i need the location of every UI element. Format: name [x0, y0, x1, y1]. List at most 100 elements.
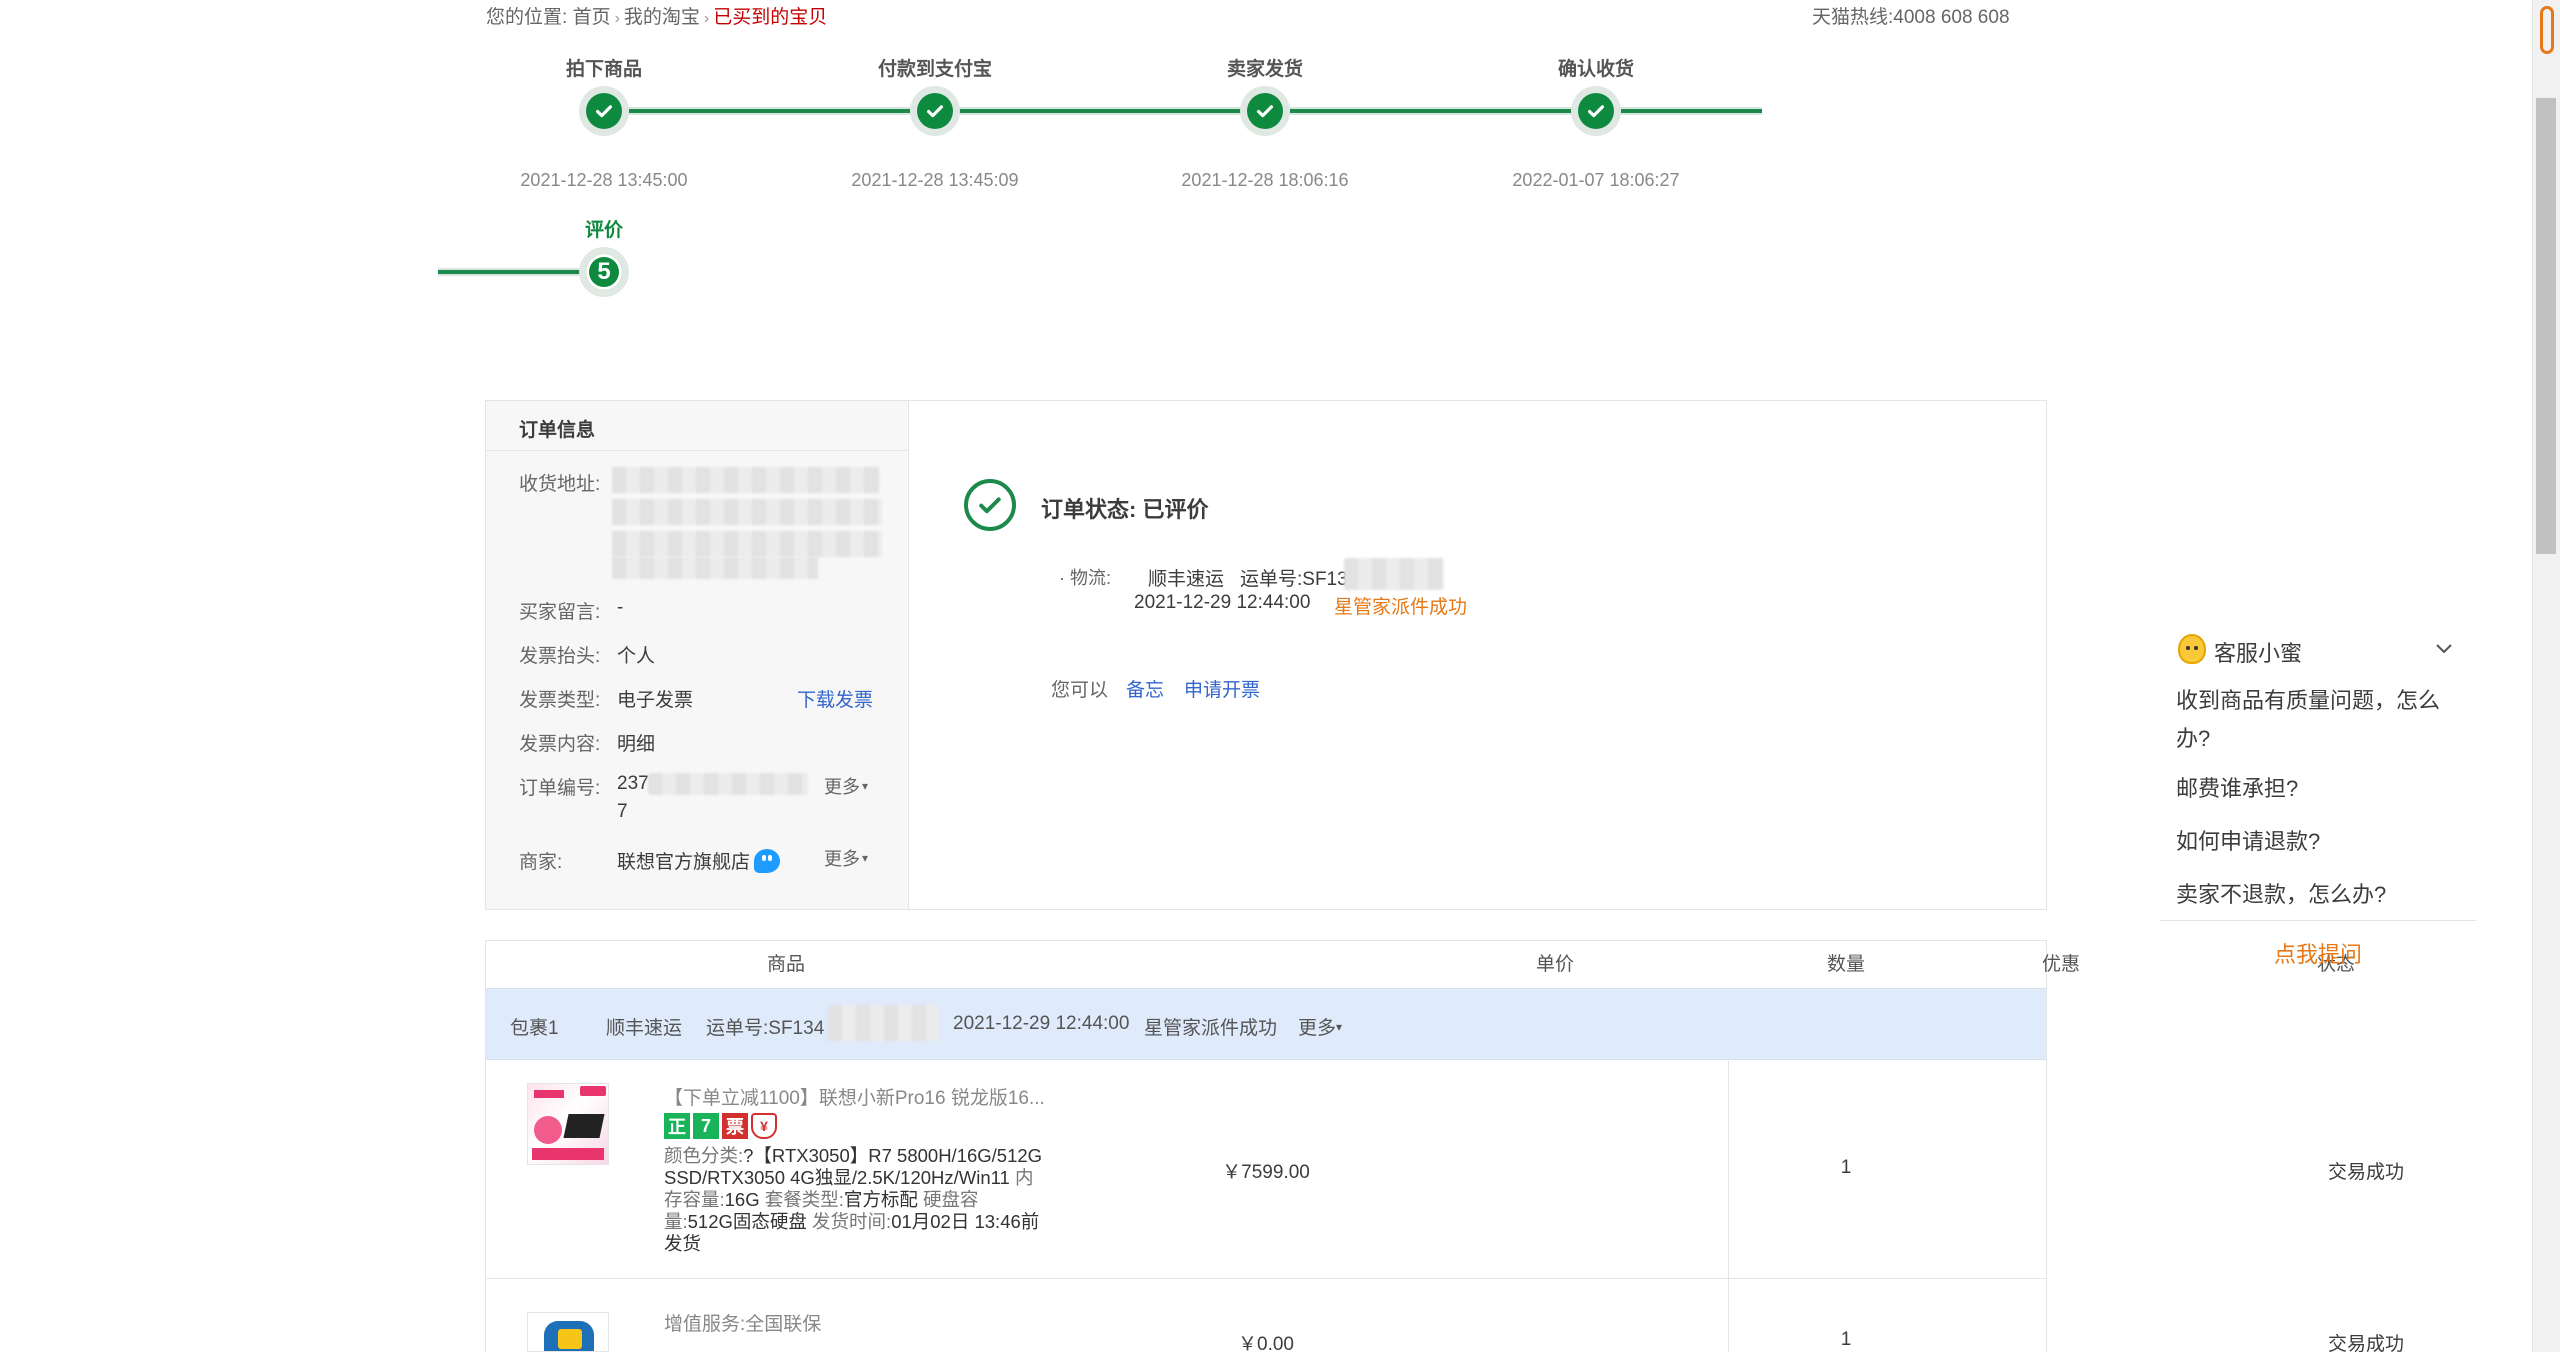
breadcrumb-prefix: 您的位置: — [486, 7, 568, 28]
chat-questions: 收到商品有质量问题，怎么办? 邮费谁承担? 如何申请退款? 卖家不退款，怎么办? — [2160, 672, 2476, 914]
order-number-prefix: 237 — [617, 773, 649, 794]
sku-value: 16G — [724, 1189, 760, 1210]
sku-label: 套餐类型: — [764, 1189, 844, 1210]
chat-question[interactable]: 收到商品有质量问题，怎么办? — [2176, 682, 2466, 758]
address-redacted — [612, 499, 882, 525]
service-status: 交易成功 — [2327, 1334, 2404, 1352]
product-thumbnail[interactable] — [527, 1083, 609, 1165]
assistant-avatar-icon — [2178, 634, 2206, 664]
merchant-name[interactable]: 联想官方旗舰店 — [617, 847, 750, 874]
column-header-discount: 优惠 — [2041, 954, 2080, 975]
column-header-price: 单价 — [1536, 954, 1575, 975]
product-badges: 正 7 票 ¥ — [664, 1113, 780, 1139]
product-sku-description: 颜色分类:?【RTX3050】R7 5800H/16G/512G SSD/RTX… — [664, 1145, 1044, 1255]
product-name-link[interactable]: 【下单立减1100】联想小新Pro16 锐龙版16... — [664, 1083, 1045, 1110]
invoice-title-label: 发票抬头: — [519, 646, 601, 667]
chat-footer: 点我提问 — [2160, 920, 2476, 969]
column-divider — [1728, 1061, 1729, 1352]
sku-value: 512G固态硬盘 — [687, 1211, 807, 1232]
step-node-1 — [579, 86, 629, 136]
step-number: 5 — [586, 254, 622, 290]
order-info-sidebar: 订单信息 收货地址: 买家留言: - 发票抬头: 个人 发票类型: 电子发票 下… — [486, 401, 909, 909]
invoice-type-value: 电子发票 — [617, 690, 694, 711]
check-icon — [917, 93, 953, 129]
step-time: 2021-12-28 13:45:00 — [520, 170, 688, 190]
step-label: 付款到支付宝 — [877, 59, 992, 80]
logistics-carrier: 顺丰速运 — [1148, 569, 1225, 590]
step-time: 2021-12-28 13:45:09 — [851, 170, 1019, 190]
scrollbar-thumb[interactable] — [2536, 98, 2556, 554]
order-number-suffix: 7 — [617, 801, 628, 822]
check-icon — [1247, 93, 1283, 129]
address-label: 收货地址: — [519, 474, 601, 495]
shield-badge-icon[interactable]: ¥ — [751, 1113, 777, 1139]
chat-title: 客服小蜜 — [2214, 641, 2303, 666]
package-event: 星管家派件成功 — [1144, 1018, 1278, 1039]
chat-header: 客服小蜜 — [2160, 628, 2476, 672]
merchant-label: 商家: — [519, 852, 563, 873]
chevron-down-icon: ▾ — [1336, 1020, 1343, 1034]
order-info-panel: 订单信息 收货地址: 买家留言: - 发票抬头: 个人 发票类型: 电子发票 下… — [485, 400, 2047, 910]
product-status: 交易成功 — [2327, 1162, 2404, 1183]
download-invoice-link[interactable]: 下载发票 — [797, 685, 873, 712]
check-icon — [586, 93, 622, 129]
product-price: ￥7599.00 — [1222, 1162, 1310, 1183]
step-time: 2021-12-28 18:06:16 — [1181, 170, 1349, 190]
address-redacted — [612, 557, 818, 579]
chat-question[interactable]: 邮费谁承担? — [2176, 770, 2476, 808]
order-number-redacted — [648, 773, 808, 795]
chat-question[interactable]: 如何申请退款? — [2176, 823, 2476, 861]
message-label: 买家留言: — [519, 602, 601, 623]
tracking-redacted — [1344, 558, 1444, 590]
breadcrumb-separator: › — [703, 10, 710, 27]
invoice-title-value: 个人 — [617, 646, 656, 667]
breadcrumb: 您的位置: 首页 › 我的淘宝 › 已买到的宝贝 — [486, 2, 827, 29]
step-label: 卖家发货 — [1226, 59, 1303, 80]
invoice-content-label: 发票内容: — [519, 734, 601, 755]
message-value: - — [617, 597, 624, 618]
hotline: 天猫热线:4008 608 608 — [1812, 7, 2010, 28]
chevron-down-icon[interactable] — [2434, 638, 2452, 656]
package-row: 包裹1 顺丰速运 运单号:SF134 2021-12-29 12:44:00 星… — [486, 988, 2046, 1060]
sku-label: 颜色分类: — [664, 1145, 744, 1166]
order-number-label: 订单编号: — [519, 778, 601, 799]
invoice-content-value: 明细 — [617, 734, 656, 755]
package-name: 包裹1 — [510, 1018, 559, 1039]
package-carrier: 顺丰速运 — [606, 1018, 683, 1039]
step-node-5: 5 — [579, 247, 629, 297]
step-node-3 — [1240, 86, 1290, 136]
order-more-dropdown[interactable]: 更多 — [824, 773, 868, 799]
order-info-title: 订单信息 — [486, 401, 909, 451]
product-qty: 1 — [1840, 1157, 1852, 1178]
invoice-badge-icon[interactable]: 票 — [722, 1113, 748, 1139]
request-invoice-link[interactable]: 申请开票 — [1184, 675, 1260, 702]
service-qty: 1 — [1840, 1329, 1852, 1350]
package-time: 2021-12-29 12:44:00 — [953, 1013, 1130, 1034]
package-tracking: 运单号:SF134 — [706, 1018, 825, 1039]
breadcrumb-my-taobao[interactable]: 我的淘宝 — [624, 2, 700, 29]
invoice-type-label: 发票类型: — [519, 690, 601, 711]
step-label: 拍下商品 — [565, 59, 642, 80]
ask-question-button[interactable]: 点我提问 — [2274, 942, 2362, 967]
sku-label: 发货时间: — [812, 1211, 892, 1232]
service-price: ￥0.00 — [1238, 1334, 1294, 1352]
check-icon — [1578, 93, 1614, 129]
step-label: 确认收货 — [1557, 59, 1634, 80]
step-time: 2022-01-07 18:06:27 — [1512, 170, 1680, 190]
address-redacted — [612, 467, 880, 493]
address-redacted — [612, 531, 882, 557]
breadcrumb-home[interactable]: 首页 — [573, 2, 611, 29]
package-more-dropdown[interactable]: 更多▾ — [1298, 1013, 1342, 1040]
genuine-badge-icon[interactable]: 正 — [664, 1113, 690, 1139]
service-thumbnail[interactable] — [527, 1312, 609, 1352]
logistics-tracking: 运单号:SF13 — [1240, 569, 1348, 590]
breadcrumb-separator: › — [614, 10, 620, 27]
chat-question[interactable]: 卖家不退款，怎么办? — [2176, 876, 2476, 914]
breadcrumb-current[interactable]: 已买到的宝贝 — [713, 2, 827, 29]
merchant-more-dropdown[interactable]: 更多 — [824, 845, 868, 871]
seven-day-return-badge-icon[interactable]: 7 — [693, 1113, 719, 1139]
scroll-indicator-icon[interactable] — [2540, 6, 2554, 54]
memo-link[interactable]: 备忘 — [1126, 675, 1164, 702]
wangwang-chat-icon[interactable] — [754, 849, 780, 873]
goods-table: 商品 单价 数量 优惠 状态 包裹1 顺丰速运 运单号:SF134 2021-1… — [485, 940, 2404, 1352]
